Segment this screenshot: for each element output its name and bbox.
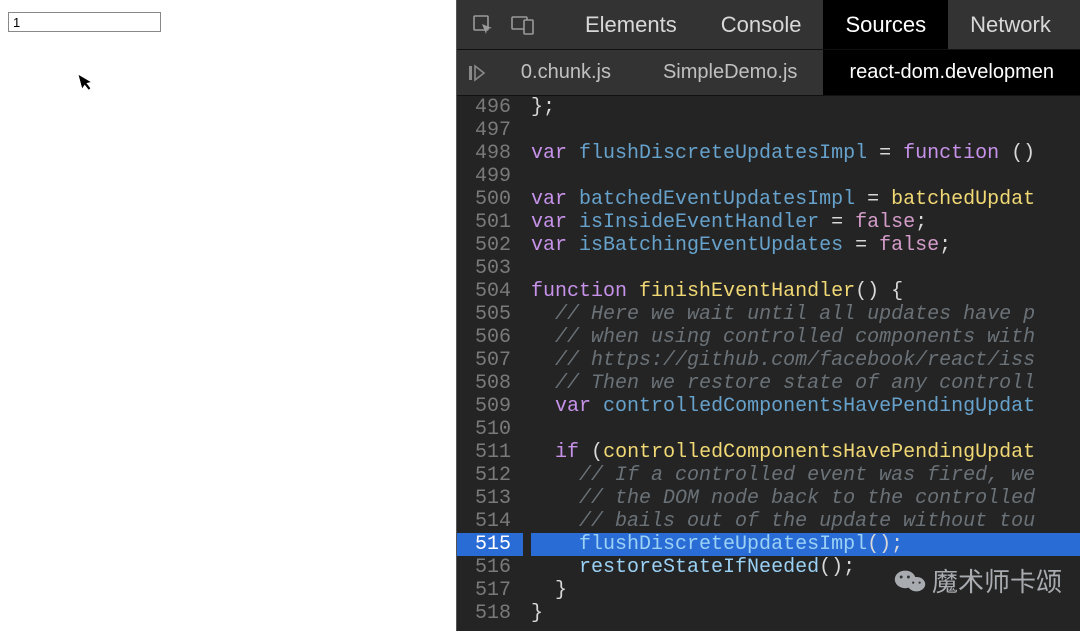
file-tab-simpledemo[interactable]: SimpleDemo.js	[637, 50, 823, 95]
resume-script-icon[interactable]	[457, 50, 495, 95]
file-tab-0chunk[interactable]: 0.chunk.js	[495, 50, 637, 95]
devtools-panel: Elements Console Sources Network 0.chunk…	[457, 0, 1080, 631]
tab-elements[interactable]: Elements	[563, 0, 699, 49]
code-editor[interactable]: 4964974984995005015025035045055065075085…	[457, 96, 1080, 631]
devtools-main-toolbar: Elements Console Sources Network	[457, 0, 1080, 50]
rendered-page-pane	[0, 0, 457, 631]
mouse-cursor-icon	[78, 72, 95, 95]
inspect-element-icon[interactable]	[467, 9, 499, 41]
demo-text-input[interactable]	[8, 12, 161, 32]
file-tabs-bar: 0.chunk.js SimpleDemo.js react-dom.devel…	[457, 50, 1080, 96]
code-content: }; var flushDiscreteUpdatesImpl = functi…	[523, 96, 1080, 631]
line-number-gutter: 4964974984995005015025035045055065075085…	[457, 96, 523, 631]
file-tab-reactdom[interactable]: react-dom.developmen	[823, 50, 1080, 95]
tab-sources[interactable]: Sources	[823, 0, 948, 49]
tab-console[interactable]: Console	[699, 0, 824, 49]
tab-network[interactable]: Network	[948, 0, 1073, 49]
device-toolbar-icon[interactable]	[507, 9, 539, 41]
